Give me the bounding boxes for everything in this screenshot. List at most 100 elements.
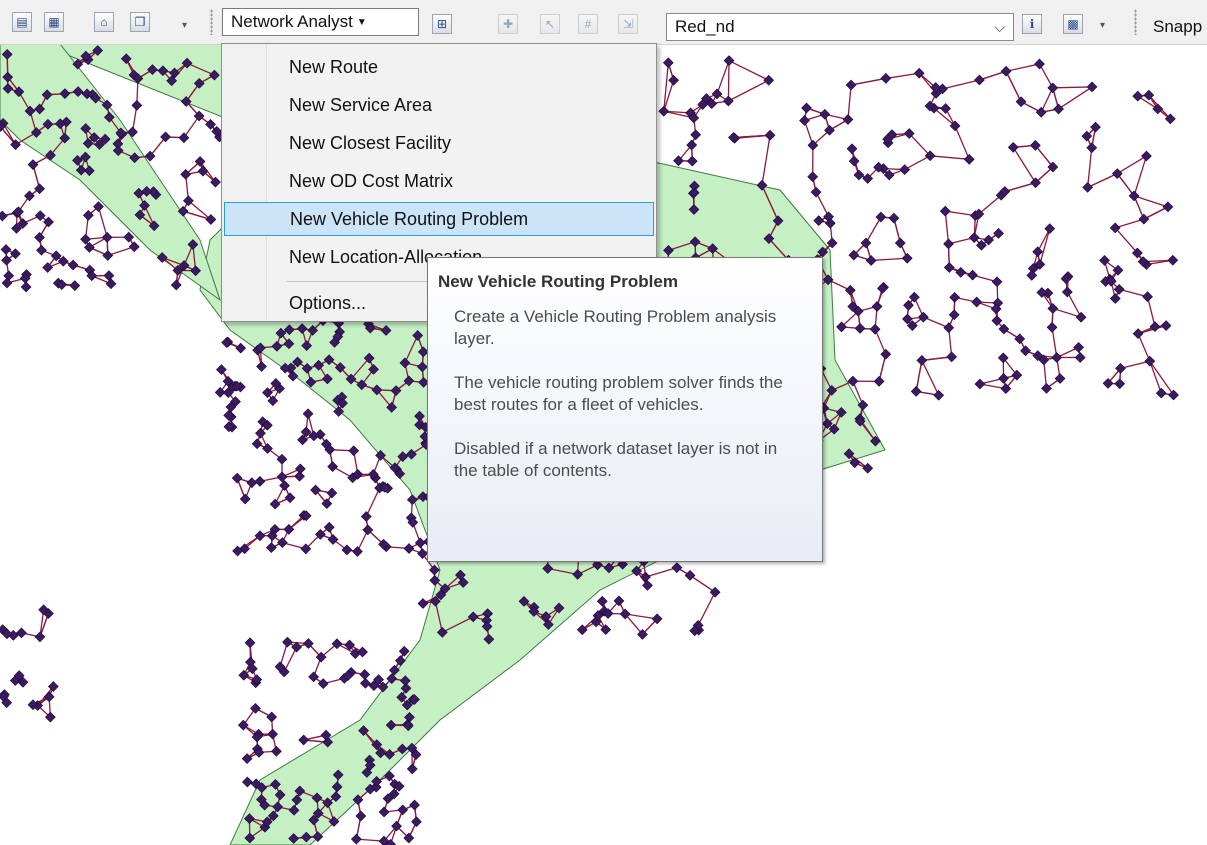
junction-node	[1044, 223, 1056, 234]
junction-node	[250, 702, 261, 714]
junction-node	[101, 232, 113, 243]
junction-node	[848, 155, 860, 167]
network-dataset-select[interactable]: Red_nd ⌵	[666, 13, 1014, 41]
network-icon[interactable]: ⌂	[94, 12, 114, 32]
junction-node	[1082, 182, 1094, 193]
junction-node	[34, 231, 45, 243]
data-frame-icon[interactable]: ▦	[44, 12, 64, 32]
road-segment	[365, 487, 381, 517]
tooltip-title: New Vehicle Routing Problem	[438, 272, 678, 291]
junction-node	[1053, 103, 1064, 115]
junction-node	[357, 646, 368, 658]
road-segment	[954, 125, 970, 160]
menu-item-new-od-cost-matrix[interactable]: New OD Cost Matrix	[224, 164, 654, 198]
junction-node	[1141, 150, 1152, 162]
road-segment	[904, 155, 931, 171]
road-segment	[1040, 87, 1054, 113]
road-segment	[716, 60, 730, 95]
junction-node	[916, 355, 928, 366]
junction-node	[807, 171, 819, 183]
junction-node	[869, 323, 881, 335]
road-segment	[1052, 86, 1093, 89]
toolbar-grip-2[interactable]	[1134, 9, 1137, 35]
road-segment	[978, 194, 1002, 215]
junction-node	[397, 804, 409, 816]
junction-node	[810, 186, 822, 198]
junction-node	[1142, 291, 1153, 303]
junction-node	[50, 250, 62, 262]
junction-node	[642, 580, 653, 591]
page-layout-icon[interactable]: ▤	[12, 12, 32, 32]
road-segment	[871, 257, 908, 262]
junction-node	[842, 114, 854, 125]
junction-node	[254, 476, 266, 487]
junction-node	[409, 799, 420, 811]
junction-node	[1047, 82, 1059, 94]
junction-node	[1020, 345, 1031, 357]
junction-node	[34, 183, 45, 195]
junction-node	[943, 322, 955, 334]
road-segment	[815, 191, 830, 218]
toolbar-overflow-icon-2[interactable]: ▾	[1100, 20, 1105, 31]
solve-grid-icon: #	[578, 14, 598, 34]
junction-node	[406, 763, 418, 775]
road-segment	[1034, 144, 1054, 168]
junction-node	[1168, 389, 1179, 401]
junction-node	[1109, 293, 1121, 304]
menu-item-new-closest-facility[interactable]: New Closest Facility	[224, 126, 654, 160]
road-segment	[1146, 296, 1156, 327]
junction-node	[845, 79, 857, 91]
junction-node	[1111, 168, 1123, 179]
junction-node	[355, 810, 367, 822]
junction-node	[34, 631, 46, 643]
junction-node	[1128, 190, 1140, 202]
menu-item-new-service-area[interactable]: New Service Area	[224, 88, 654, 122]
menu-item-new-vehicle-routing-problem[interactable]: New Vehicle Routing Problem	[224, 202, 654, 236]
road-segment	[1120, 360, 1150, 370]
road-segment	[97, 206, 108, 238]
junction-node	[596, 595, 608, 607]
junction-node	[668, 74, 680, 86]
road-segment	[1087, 172, 1118, 189]
junction-node	[267, 395, 279, 407]
copy-layers-icon[interactable]: ❐	[130, 12, 150, 32]
menu-item-new-route[interactable]: New Route	[224, 50, 654, 84]
junction-node	[1132, 90, 1144, 102]
network-identify-icon[interactable]: ℹ	[1022, 14, 1042, 34]
snapping-toolbar-label[interactable]: Snapp	[1153, 17, 1202, 37]
road-segment	[1114, 227, 1138, 254]
junction-node	[1041, 383, 1052, 394]
junction-node	[1086, 81, 1098, 93]
toolbar-overflow-icon[interactable]: ▾	[182, 20, 187, 31]
junction-node	[327, 534, 339, 545]
road-segment	[1005, 71, 1022, 103]
junction-node	[57, 255, 69, 267]
directions-window-icon: ⇲	[618, 14, 638, 34]
select-move-location-icon: ↖	[540, 14, 560, 34]
toolbar-grip[interactable]	[210, 9, 213, 35]
junction-node	[686, 155, 698, 167]
junction-node	[901, 252, 913, 264]
junction-node	[67, 259, 79, 271]
junction-node	[963, 153, 975, 165]
junction-node	[871, 301, 883, 312]
junction-node	[256, 361, 267, 372]
junction-node	[899, 164, 911, 175]
junction-node	[36, 244, 47, 256]
junction-node	[1074, 352, 1086, 363]
build-network-icon[interactable]: ▩	[1063, 14, 1083, 34]
junction-node	[894, 237, 906, 249]
road-segment	[930, 155, 970, 160]
junction-node	[967, 269, 978, 281]
junction-node	[246, 477, 258, 489]
junction-node	[1007, 141, 1019, 153]
junction-node	[865, 255, 877, 266]
junction-node	[971, 296, 983, 308]
junction-node	[873, 376, 885, 387]
junction-node	[1054, 373, 1066, 384]
junction-node	[244, 637, 256, 649]
network-analyst-menu-button[interactable]: Network Analyst ▼	[222, 8, 419, 36]
junction-node	[1138, 213, 1150, 225]
network-analyst-window-icon[interactable]: ⊞	[432, 14, 452, 34]
road-segment	[1149, 360, 1162, 394]
